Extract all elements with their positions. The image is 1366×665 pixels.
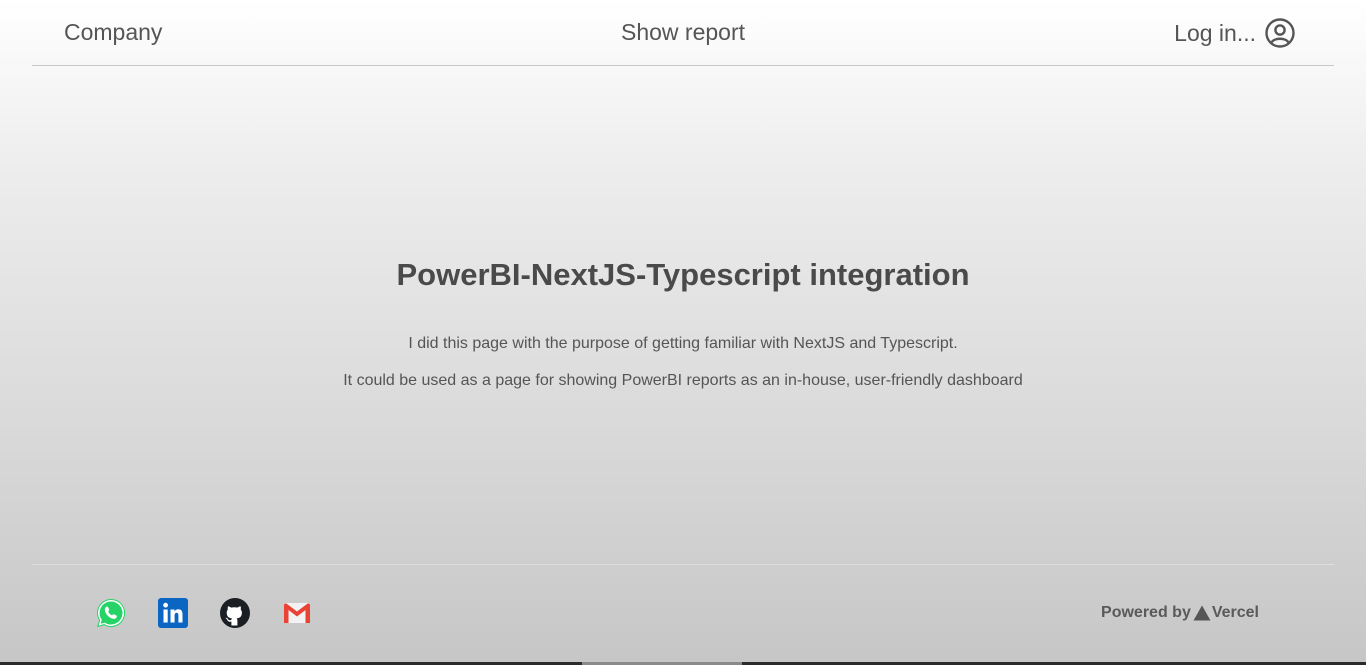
footer: Powered by Vercel [32,564,1334,663]
login-button[interactable]: Log in... [1174,17,1296,49]
nav-show-report-link[interactable]: Show report [621,19,745,45]
user-circle-icon [1264,17,1296,49]
gmail-icon[interactable] [281,597,313,629]
page-title: PowerBI-NextJS-Typescript integration [396,257,970,292]
nav-company-link[interactable]: Company [64,19,162,46]
main-content: PowerBI-NextJS-Typescript integration I … [0,66,1366,563]
powered-by-vercel[interactable]: Powered by Vercel [1101,604,1259,622]
github-icon[interactable] [219,597,251,629]
nav-show-report-container: Show report [32,19,1334,46]
powered-by-label: Powered by [1101,604,1191,621]
whatsapp-icon[interactable] [95,597,127,629]
linkedin-icon[interactable] [157,597,189,629]
vercel-triangle-icon [1193,605,1211,621]
social-links [95,597,313,629]
description-paragraph: It could be used as a page for showing P… [343,372,1023,389]
intro-paragraph: I did this page with the purpose of gett… [408,335,958,352]
vercel-label: Vercel [1211,604,1259,621]
login-label: Log in... [1174,19,1256,46]
top-navbar: Company Show report Log in... [32,0,1334,66]
